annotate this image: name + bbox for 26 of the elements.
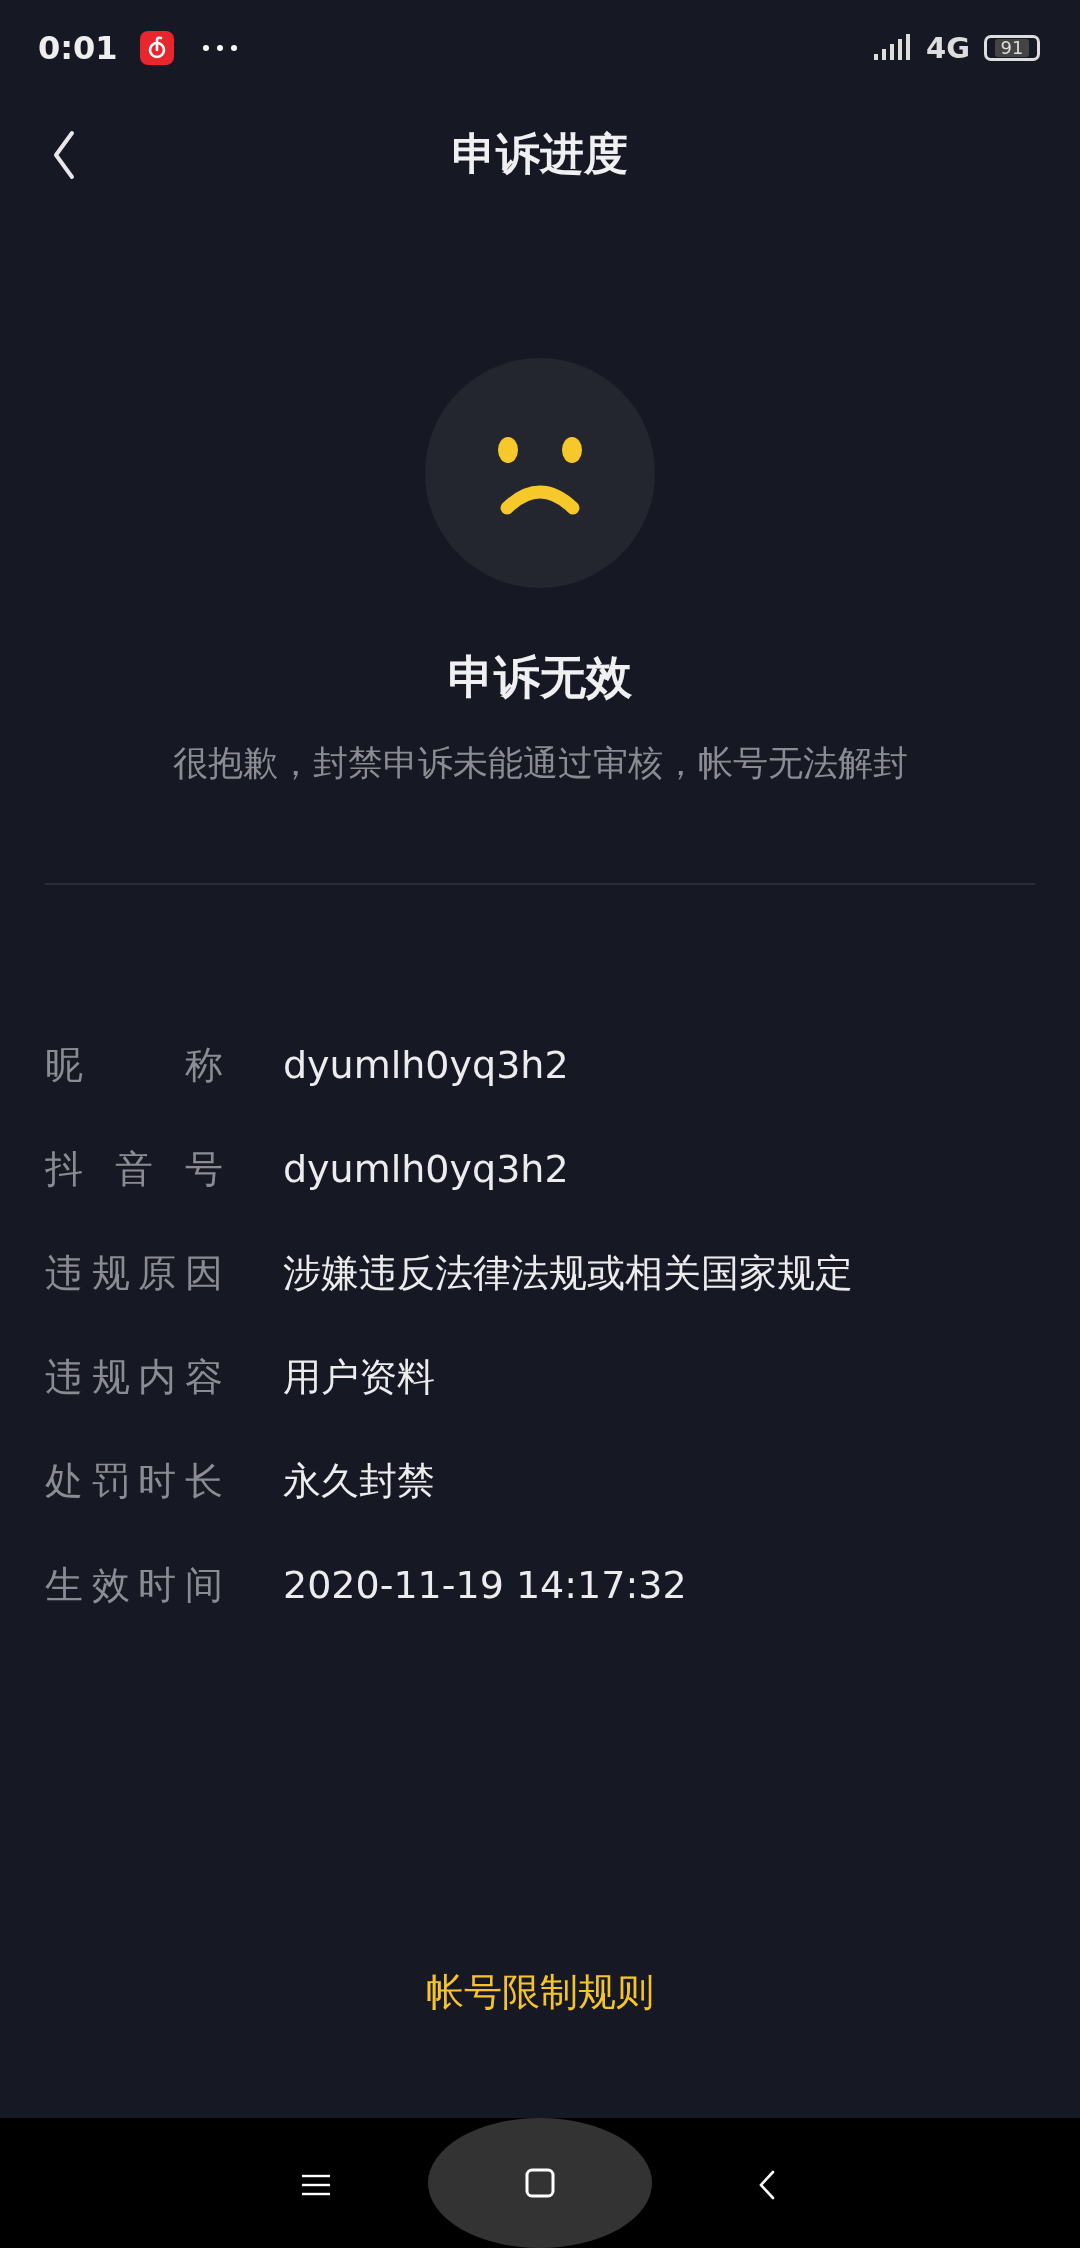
result-title: 申诉无效 [447,649,633,706]
menu-icon[interactable] [302,2174,330,2196]
detail-label: 昵称 [45,1041,223,1089]
sad-face-icon [425,358,655,588]
detail-label: 生效时间 [45,1561,223,1609]
detail-label: 违规内容 [45,1353,223,1401]
back-icon[interactable] [758,2170,776,2200]
detail-value: 用户资料 [283,1353,435,1401]
detail-label: 抖音号 [45,1145,223,1193]
page-title: 申诉进度 [452,126,628,181]
network-type: 4G [926,31,970,65]
detail-label: 处罚时长 [45,1457,223,1505]
more-icon [201,44,238,52]
battery-icon: 91 [984,35,1040,61]
detail-value: 永久封禁 [283,1457,435,1505]
detail-value: dyumlh0yq3h2 [283,1043,569,1087]
rules-link[interactable]: 帐号限制规则 [426,1967,654,2018]
square-icon [525,2168,555,2198]
detail-value: 2020-11-19 14:17:32 [283,1563,687,1607]
detail-value: dyumlh0yq3h2 [283,1147,569,1191]
status-time: 0:01 [38,29,118,67]
detail-value: 涉嫌违反法律法规或相关国家规定 [283,1249,853,1297]
music-app-icon [139,31,174,65]
detail-label: 违规原因 [45,1249,223,1297]
back-icon[interactable] [52,130,76,180]
result-message: 很抱歉，封禁申诉未能通过审核，帐号无法解封 [171,742,909,785]
